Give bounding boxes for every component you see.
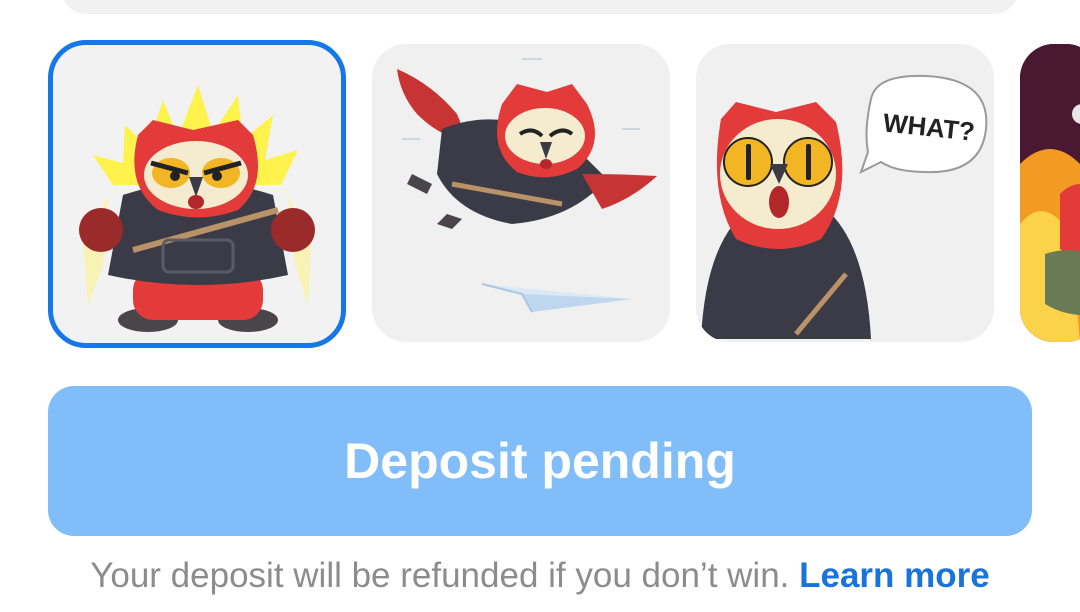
deposit-pending-button[interactable]: Deposit pending [48,386,1032,536]
owl-flying-sticker [397,58,657,313]
owl-powered-up-sticker [79,85,315,332]
learn-more-link[interactable]: Learn more [799,556,990,595]
owl-what-sticker: WHAT? [701,74,988,339]
sticker-option-what-owl[interactable]: WHAT? [696,44,994,342]
refund-notice-text: Your deposit will be refunded if you don… [90,556,790,595]
sticker-option-fire-owl[interactable] [1020,44,1080,342]
owl-fire-sticker [1020,44,1080,342]
top-input-field[interactable] [60,0,1020,14]
sticker-option-powered-owl[interactable] [48,40,346,348]
refund-notice: Your deposit will be refunded if you don… [0,556,1080,606]
sticker-option-flying-owl[interactable] [372,44,670,342]
